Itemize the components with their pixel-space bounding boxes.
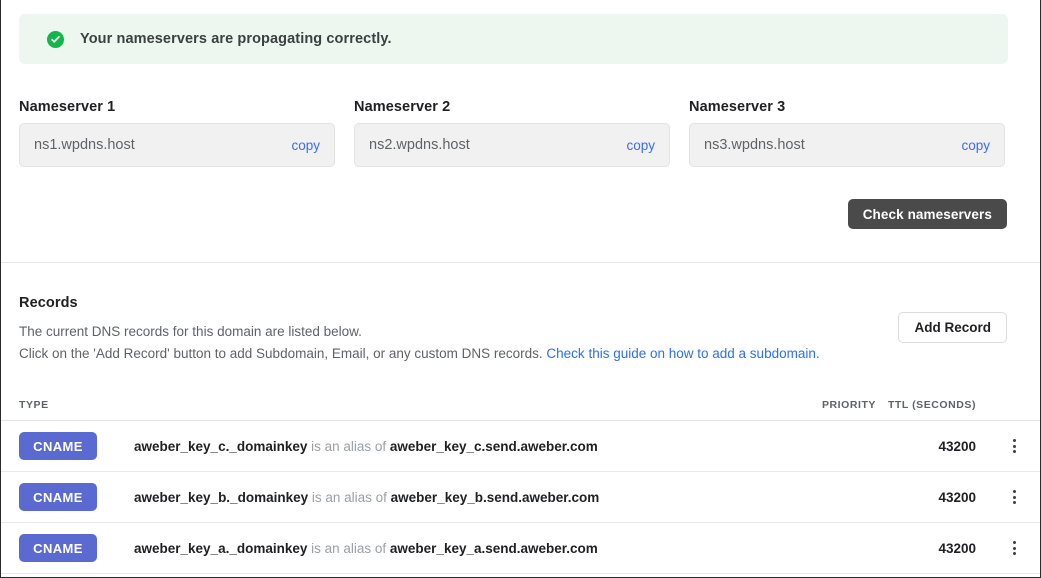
record-type-badge[interactable]: CNAME xyxy=(19,534,97,562)
record-host: aweber_key_a._domainkey xyxy=(134,540,308,556)
table-row: CNAME aweber_key_a._domainkey is an alia… xyxy=(1,523,1040,574)
record-relation: is an alias of xyxy=(308,489,391,505)
nameserver-1-value: ns1.wpdns.host xyxy=(34,137,135,153)
nameserver-2-label: Nameserver 2 xyxy=(354,99,451,115)
record-host: aweber_key_b._domainkey xyxy=(134,489,309,505)
record-type-badge[interactable]: CNAME xyxy=(19,483,97,511)
kebab-menu-icon[interactable] xyxy=(1006,438,1022,454)
table-row: CNAME aweber_key_c._domainkey is an alia… xyxy=(1,421,1040,472)
add-record-button[interactable]: Add Record xyxy=(898,312,1007,343)
record-menu-cell xyxy=(976,438,1022,454)
table-row: CNAME aweber_key_b._domainkey is an alia… xyxy=(1,472,1040,523)
alert-message: Your nameservers are propagating correct… xyxy=(80,31,392,47)
nameserver-3-label: Nameserver 3 xyxy=(689,99,786,115)
copy-nameserver-3-link[interactable]: copy xyxy=(961,138,990,153)
record-target: aweber_key_b.send.aweber.com xyxy=(390,489,600,505)
nameserver-2-field[interactable]: ns2.wpdns.host copy xyxy=(354,123,670,167)
records-description-line-2: Click on the 'Add Record' button to add … xyxy=(19,343,820,365)
nameserver-1-field[interactable]: ns1.wpdns.host copy xyxy=(19,123,335,167)
record-ttl-cell: 43200 xyxy=(938,438,976,454)
nameserver-1-label: Nameserver 1 xyxy=(19,99,116,115)
section-divider xyxy=(1,262,1040,263)
records-header: Records The current DNS records for this… xyxy=(19,295,820,365)
records-description-suffix: . xyxy=(815,346,820,361)
kebab-menu-icon[interactable] xyxy=(1006,489,1022,505)
add-subdomain-guide-link[interactable]: Check this guide on how to add a subdoma… xyxy=(546,346,815,361)
dns-settings-page: Your nameservers are propagating correct… xyxy=(0,0,1041,578)
nameserver-1-group: Nameserver 1 ns1.wpdns.host copy xyxy=(19,99,335,167)
record-description-cell: aweber_key_a._domainkey is an alias of a… xyxy=(116,541,784,556)
nameserver-fields: Nameserver 1 ns1.wpdns.host copy Nameser… xyxy=(19,99,1008,167)
record-ttl-cell: 43200 xyxy=(938,489,976,505)
column-header-priority: PRIORITY xyxy=(822,399,876,411)
record-type-cell: CNAME xyxy=(19,432,116,460)
kebab-menu-icon[interactable] xyxy=(1006,540,1022,556)
nameserver-2-group: Nameserver 2 ns2.wpdns.host copy xyxy=(354,99,670,167)
record-menu-cell xyxy=(976,540,1022,556)
record-ttl-cell: 43200 xyxy=(938,540,976,556)
nameserver-3-value: ns3.wpdns.host xyxy=(704,137,805,153)
record-description-cell: aweber_key_c._domainkey is an alias of a… xyxy=(116,439,784,454)
dns-records-table: TYPE PRIORITY TTL (SECONDS) CNAME aweber… xyxy=(1,390,1040,574)
check-circle-icon xyxy=(47,30,64,48)
column-header-ttl: TTL (SECONDS) xyxy=(887,399,976,411)
record-relation: is an alias of xyxy=(307,438,390,454)
nameserver-3-field[interactable]: ns3.wpdns.host copy xyxy=(689,123,1005,167)
record-relation: is an alias of xyxy=(307,540,390,556)
record-type-cell: CNAME xyxy=(19,483,116,511)
record-menu-cell xyxy=(976,489,1022,505)
records-description-prefix: Click on the 'Add Record' button to add … xyxy=(19,346,547,361)
records-description-line-1: The current DNS records for this domain … xyxy=(19,324,362,339)
nameserver-2-value: ns2.wpdns.host xyxy=(369,137,470,153)
copy-nameserver-2-link[interactable]: copy xyxy=(626,138,655,153)
record-host: aweber_key_c._domainkey xyxy=(134,438,308,454)
record-type-badge[interactable]: CNAME xyxy=(19,432,97,460)
nameserver-status-alert: Your nameservers are propagating correct… xyxy=(19,14,1008,64)
records-title: Records xyxy=(19,295,78,311)
record-target: aweber_key_a.send.aweber.com xyxy=(389,540,598,556)
record-description-cell: aweber_key_b._domainkey is an alias of a… xyxy=(116,490,784,505)
nameserver-3-group: Nameserver 3 ns3.wpdns.host copy xyxy=(689,99,1005,167)
record-target: aweber_key_c.send.aweber.com xyxy=(389,438,598,454)
check-nameservers-button[interactable]: Check nameservers xyxy=(847,199,1007,229)
record-type-cell: CNAME xyxy=(19,534,116,562)
column-header-type: TYPE xyxy=(19,399,49,411)
table-header-row: TYPE PRIORITY TTL (SECONDS) xyxy=(1,390,1040,421)
copy-nameserver-1-link[interactable]: copy xyxy=(291,138,320,153)
